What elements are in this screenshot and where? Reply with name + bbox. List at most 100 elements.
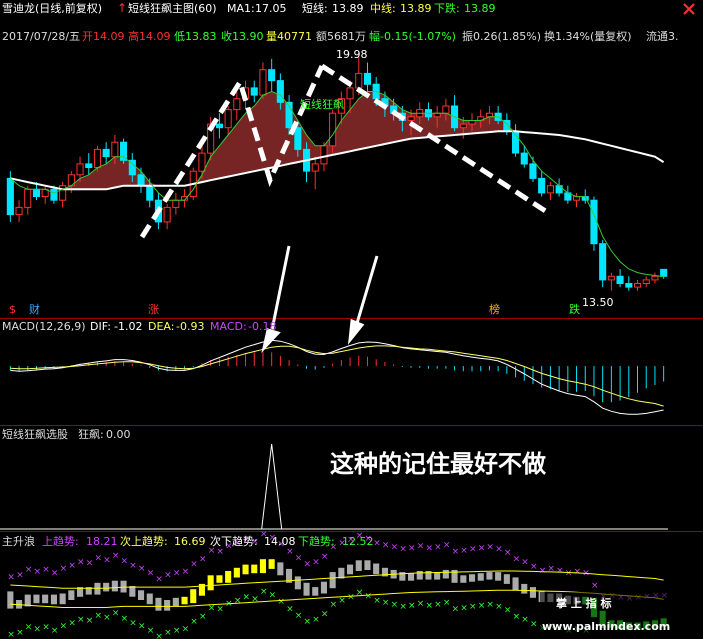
wave-block xyxy=(42,594,49,604)
dif-value: -1.02 xyxy=(114,320,142,333)
trend-up-mark: × xyxy=(399,545,407,555)
candle-body xyxy=(363,72,371,85)
select-name: 短线狂飙选股 xyxy=(2,427,68,441)
wave-down-label: 下趋势: xyxy=(298,535,335,548)
candle-body xyxy=(6,177,14,216)
trend-up-mark: × xyxy=(121,557,129,567)
stock-name: 雪迪龙(日线,前复权) xyxy=(2,1,102,15)
trend-up-mark: × xyxy=(504,548,512,558)
wave-block xyxy=(512,577,519,591)
trend-down-mark: × xyxy=(321,610,329,620)
trend-down-mark: × xyxy=(495,602,503,612)
candle-body xyxy=(433,112,441,118)
trend-up-mark: × xyxy=(574,567,582,577)
trend-down-mark: × xyxy=(277,597,285,607)
ma1-value: 17.05 xyxy=(255,2,287,15)
trend-up-mark: × xyxy=(182,567,190,577)
trend-down-mark: × xyxy=(251,595,259,605)
wave-subdown-label: 次下趋势: xyxy=(210,534,258,548)
dea-label: DEA: xyxy=(148,320,174,333)
wave-up-label: 上趋势: xyxy=(42,535,79,548)
price-pane xyxy=(6,55,668,291)
quote-low: 低13.83 xyxy=(174,30,217,43)
wave-block xyxy=(24,594,31,607)
wave-block xyxy=(408,573,415,581)
trend-down-mark: × xyxy=(138,621,146,631)
trend-down-mark: × xyxy=(469,602,477,612)
candle-body xyxy=(259,69,267,96)
trend-down-mark: × xyxy=(68,618,76,628)
candle-body xyxy=(346,87,354,100)
trend-up-mark: × xyxy=(469,545,477,555)
wave-block xyxy=(242,564,249,575)
trend-down-mark: × xyxy=(7,630,15,639)
candle-body xyxy=(573,196,581,201)
select-value: 0.00 xyxy=(106,428,131,441)
candle-body xyxy=(407,116,415,121)
wave-block xyxy=(129,586,136,597)
wave-block xyxy=(460,575,467,583)
ma1-label: MA1: xyxy=(227,2,255,15)
watermark-title: 掌 上 指 标 xyxy=(556,596,612,610)
trend-up-mark: × xyxy=(452,547,460,557)
candle-body xyxy=(15,206,23,216)
badge-list: 榜 xyxy=(489,302,500,316)
trend-down-mark: × xyxy=(530,619,538,629)
trend-up-mark: × xyxy=(295,553,303,563)
trend-up-mark: × xyxy=(382,540,390,550)
trend-up-mark: × xyxy=(164,570,172,580)
high-price-marker: 19.98 xyxy=(336,48,368,61)
candle-body xyxy=(520,152,528,165)
trend-up-mark: × xyxy=(312,558,320,568)
trend-up-mark: × xyxy=(547,564,555,574)
trend-down-mark: × xyxy=(164,628,172,638)
trend-up-mark: × xyxy=(16,570,24,580)
trend-up-mark: × xyxy=(460,546,468,556)
wave-block xyxy=(355,560,362,571)
candle-body xyxy=(355,72,363,89)
quote-volume: 量40771 xyxy=(266,30,312,43)
wave-block xyxy=(529,587,536,598)
trend-down-mark: × xyxy=(155,632,163,639)
trend-up-mark: × xyxy=(530,562,538,572)
macd-label: MACD: xyxy=(210,320,247,333)
trend-down-mark: × xyxy=(373,596,381,606)
wave-block xyxy=(138,590,145,600)
trend-up-mark: × xyxy=(486,543,494,553)
candle-body xyxy=(268,69,276,82)
candle-body xyxy=(590,199,598,245)
candle-body xyxy=(294,127,302,150)
trend-down-mark: × xyxy=(504,605,512,615)
trend-down-mark: × xyxy=(199,612,207,622)
macd-name: MACD(12,26,9) xyxy=(2,320,86,333)
trend-up-mark: × xyxy=(513,554,521,564)
wave-block xyxy=(207,575,214,591)
candle-body xyxy=(93,148,102,168)
candle-body xyxy=(85,163,93,168)
close-icon[interactable] xyxy=(683,3,695,15)
trend-up-mark: × xyxy=(112,551,120,561)
wave-block xyxy=(268,559,275,569)
wave-block xyxy=(59,593,66,605)
candle-body xyxy=(468,120,476,125)
trend-up-mark: × xyxy=(408,544,416,554)
mid-label: 中线: xyxy=(370,1,396,15)
trend-down-mark: × xyxy=(234,596,242,606)
candle-body xyxy=(224,109,232,129)
down-value: 13.89 xyxy=(464,2,496,15)
trend-down-mark: × xyxy=(364,591,372,601)
wave-block xyxy=(251,564,258,574)
trend-up-mark: × xyxy=(478,544,486,554)
stock-chart[interactable]: ××××××××××××××××××××××××××××××××××××××××… xyxy=(0,0,703,639)
dif-line xyxy=(10,339,664,415)
wave-block xyxy=(68,590,75,600)
candle-body xyxy=(555,185,563,194)
wave-block xyxy=(416,571,423,580)
quote-change: 幅-0.15(-1.07%) xyxy=(369,30,456,43)
dea-value: -0.93 xyxy=(176,320,204,333)
candle-body xyxy=(329,112,337,147)
trend-down-mark: × xyxy=(434,600,442,610)
trend-up-mark: × xyxy=(565,568,573,578)
wave-block xyxy=(50,594,57,605)
candle-body xyxy=(642,279,650,284)
